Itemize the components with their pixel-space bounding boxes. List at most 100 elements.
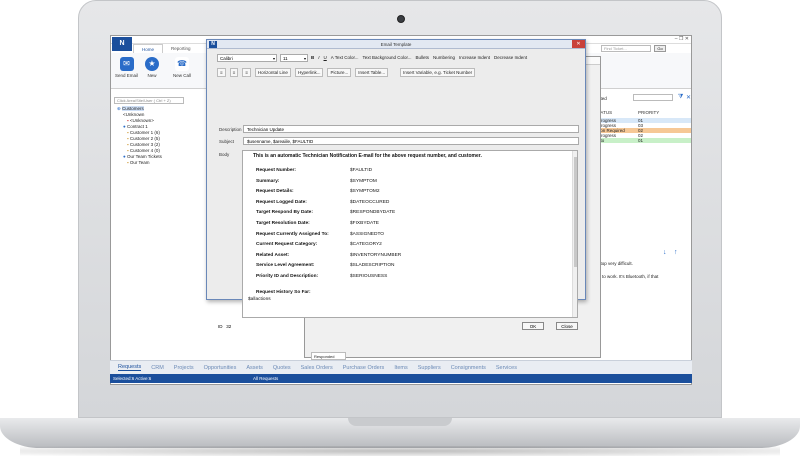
hyperlink-button[interactable]: Hyperlink... (294, 67, 324, 77)
close-button[interactable]: Close (556, 322, 578, 330)
field-variable: $SYMPTOM2 (350, 189, 380, 195)
field-key: Target Resolution Date: (256, 221, 310, 226)
nav-items[interactable]: Items (394, 365, 407, 371)
text-color-button[interactable]: A Text Color... (331, 55, 359, 60)
detail-text: rt to work. It's Bluetooth, if that (598, 274, 659, 279)
field-variable: $SLADESCRIPTION (350, 263, 395, 269)
nav-suppliers[interactable]: Suppliers (418, 365, 441, 371)
ok-button[interactable]: OK (522, 322, 544, 330)
history-value: $allactions (248, 297, 271, 302)
new-label: New (147, 73, 157, 78)
responded-tab[interactable]: Responded (311, 352, 346, 360)
field-key: Request Number: (256, 168, 296, 173)
numbering-button[interactable]: Numbering (433, 55, 455, 60)
filter-dropdown[interactable] (633, 94, 673, 101)
underline-button[interactable]: U (324, 55, 327, 60)
tab-home[interactable]: Home (133, 44, 164, 53)
module-nav: Requests CRM Projects Opportunities Assets Qu… (110, 360, 692, 374)
bold-button[interactable]: B (311, 55, 314, 60)
picture-button[interactable]: Picture... (327, 67, 352, 77)
nav-purchase-orders[interactable]: Purchase Orders (343, 365, 385, 371)
find-ticket-input[interactable]: Find Ticket... (601, 45, 651, 52)
font-select[interactable]: Calibri ▾ (217, 53, 277, 62)
nav-services[interactable]: Services (496, 365, 517, 371)
font-size-select[interactable]: 11 ▾ (280, 53, 308, 62)
field-key: Priority ID and Description: (256, 274, 319, 279)
arrow-down-icon[interactable]: ↓ (663, 249, 667, 256)
send-email-button[interactable]: ✉ Send Email (115, 57, 138, 78)
nav-consignments[interactable]: Consignments (451, 365, 486, 371)
align-left-icon[interactable]: ≡ (217, 67, 226, 77)
field-key: Request Details: (256, 189, 294, 195)
email-template-title: Email Template (207, 40, 585, 49)
area-search-input[interactable]: Click Area/Site/User ( Ctrl + Z) (114, 97, 184, 104)
description-field[interactable]: Technician Update (243, 125, 579, 133)
status-selected: Selected:6 Active:6 (113, 376, 152, 381)
send-email-label: Send Email (115, 73, 139, 78)
new-call-label: New Call (173, 73, 192, 78)
nav-opportunities[interactable]: Opportunities (204, 365, 237, 371)
field-key: Related Asset: (256, 252, 290, 258)
arrow-up-icon[interactable]: ↑ (674, 249, 678, 256)
new-button[interactable]: ★ New (145, 57, 159, 78)
envelope-icon: ✉ (119, 57, 134, 71)
close-icon[interactable]: ✕ (572, 40, 585, 48)
field-variable: $RESPONDBYDATE (350, 210, 396, 216)
col-priority[interactable]: PRIORITY (638, 110, 659, 115)
app-logo[interactable]: N (112, 37, 132, 51)
tree-item[interactable]: ▪ Our Team (117, 160, 162, 166)
body-intro: This is an automatic Technician Notifica… (253, 153, 482, 159)
insert-toolbar: ≡ ≡ ≡ Horizontal Line Hyperlink... Pictu… (217, 66, 577, 78)
align-right-icon[interactable]: ≡ (242, 67, 251, 77)
camera (397, 15, 405, 23)
close-filter-icon[interactable]: ✕ (686, 94, 691, 101)
window-controls[interactable]: – ❐ ✕ (675, 36, 689, 42)
insert-variable-button[interactable]: Insert Variable, e.g. Ticket Number (400, 67, 476, 77)
detail-text: ptop very difficult. (598, 261, 633, 266)
italic-button[interactable]: I (318, 55, 319, 60)
format-toolbar: Calibri ▾ 11 ▾ B I U A Text Color... Text … (217, 53, 577, 62)
nav-requests[interactable]: Requests (118, 364, 142, 371)
nav-quotes[interactable]: Quotes (273, 365, 291, 371)
tab-reporting[interactable]: Reporting (163, 44, 199, 53)
bottom-area: Requests CRM Projects Opportunities Assets Qu… (110, 360, 692, 384)
subject-field[interactable]: $usenname, $areaiile, $FAULTID (243, 137, 579, 145)
go-button[interactable]: Go (654, 45, 666, 52)
field-variable: $INVENTORYNUMBER (350, 252, 402, 258)
scrollbar[interactable] (572, 151, 577, 317)
field-variable: $FAULTID (350, 168, 373, 173)
nav-sales-orders[interactable]: Sales Orders (301, 365, 333, 371)
scroll-thumb[interactable] (574, 157, 577, 267)
nav-projects[interactable]: Projects (174, 365, 194, 371)
field-key: Request Currently Assigned To: (256, 231, 329, 237)
text-background-color-button[interactable]: Text Background Color... (362, 55, 411, 60)
laptop-notch (348, 418, 452, 426)
table-row[interactable]: ato 01 (598, 138, 691, 143)
increase-indent-button[interactable]: Increase Indent (459, 55, 490, 60)
field-key: Request Logged Date: (256, 199, 307, 205)
field-variable: $CATEGORY2 (350, 242, 382, 248)
phone-icon: ☎ (175, 57, 189, 71)
funnel-icon[interactable]: ⧩ (678, 94, 683, 101)
id-label: ID 32 (218, 324, 232, 329)
insert-table-button[interactable]: Insert Table... (355, 67, 389, 77)
body-editor[interactable]: This is an automatic Technician Notifica… (242, 150, 578, 318)
new-call-button[interactable]: ☎ New Call (173, 57, 191, 78)
subject-label: Subject (219, 139, 235, 144)
nav-assets[interactable]: Assets (246, 365, 263, 371)
grid-header: TATUS PRIORITY (598, 110, 691, 116)
chevron-down-icon: ▾ (272, 55, 275, 61)
align-center-icon[interactable]: ≡ (229, 67, 239, 77)
new-badge-icon: ★ (145, 57, 159, 71)
field-key: Summary: (256, 178, 280, 184)
history-label: Request History So Far: (256, 290, 311, 295)
decrease-indent-button[interactable]: Decrease Indent (494, 55, 527, 60)
nav-crm[interactable]: CRM (151, 365, 164, 371)
bullets-button[interactable]: Bullets (415, 55, 429, 60)
horizontal-line-button[interactable]: Horizontal Line (254, 67, 291, 77)
status-view: All Requests (253, 376, 279, 381)
request-grid: ated ⧩ ✕ TATUS PRIORITY Progress 01 Progr… (598, 94, 691, 236)
laptop-shadow (20, 446, 780, 456)
dialog-logo: N (209, 41, 217, 48)
id-value: 32 (226, 324, 232, 329)
